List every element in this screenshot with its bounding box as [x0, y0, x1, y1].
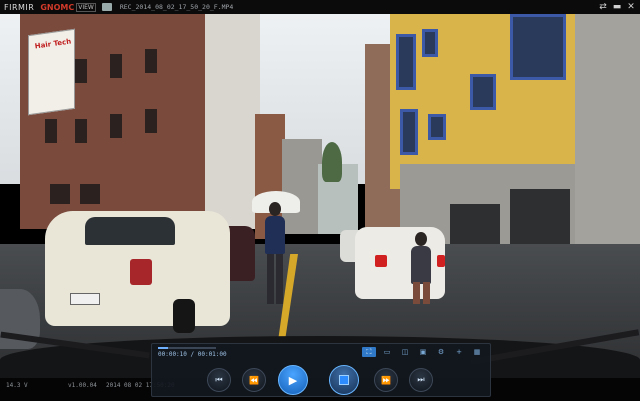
brand-badge: VIEW [76, 2, 96, 12]
previous-button[interactable]: ⏮ [207, 368, 231, 392]
time-display: 00:00:10 / 00:01:00 [158, 351, 227, 358]
file-name: REC_2014_08_02_17_50_20_F.MP4 [119, 3, 234, 11]
settings-tool[interactable]: ⚙ [434, 347, 448, 357]
video-frame[interactable]: Hair Tech [0, 14, 640, 380]
voltage-readout: 14.3 V [6, 382, 28, 389]
window-tool[interactable]: ▭ [380, 347, 394, 357]
progress-fill [158, 347, 168, 349]
progress-bar[interactable] [158, 347, 216, 349]
grid-tool[interactable]: ▦ [470, 347, 484, 357]
firmware-version: v1.00.04 [68, 382, 97, 389]
fast-forward-button[interactable]: ⏩ [374, 368, 398, 392]
playback-controls: ⏮ ⏪ ▶ ⏩ ⏭ [152, 363, 490, 395]
title-bar: FIRMIR GNOMC VIEW REC_2014_08_02_17_50_2… [0, 0, 640, 14]
building-white [205, 14, 260, 229]
brand-logo-firmir: FIRMIR [4, 2, 35, 12]
building-far [282, 139, 322, 234]
building-yellow [390, 14, 580, 189]
tree [322, 142, 342, 182]
person-at-trunk [405, 232, 437, 304]
minimize-button[interactable]: ▬ [610, 0, 624, 14]
toolbar: ⛶ ▭ ◫ ▣ ⚙ + ▦ [362, 347, 484, 357]
zoom-in-tool[interactable]: + [452, 347, 466, 357]
play-button[interactable]: ▶ [278, 365, 308, 395]
stop-icon [339, 375, 349, 385]
stop-button[interactable] [329, 365, 359, 395]
next-button[interactable]: ⏭ [409, 368, 433, 392]
close-button[interactable]: ✕ [624, 0, 638, 14]
parked-car-white [45, 211, 230, 333]
brand-logo-gnomc: GNOMC [40, 2, 75, 12]
player-control-panel: 00:00:10 / 00:01:00 ⛶ ▭ ◫ ▣ ⚙ + ▦ ⏮ ⏪ ▶ … [151, 343, 491, 397]
snapshot-tool[interactable]: ▣ [416, 347, 430, 357]
window-controls: ⇄ ▬ ✕ [596, 0, 638, 14]
restore-button[interactable]: ⇄ [596, 0, 610, 14]
pedestrian [263, 202, 287, 307]
file-icon [101, 3, 112, 11]
split-tool[interactable]: ◫ [398, 347, 412, 357]
fullscreen-tool[interactable]: ⛶ [362, 347, 376, 357]
rewind-button[interactable]: ⏪ [242, 368, 266, 392]
